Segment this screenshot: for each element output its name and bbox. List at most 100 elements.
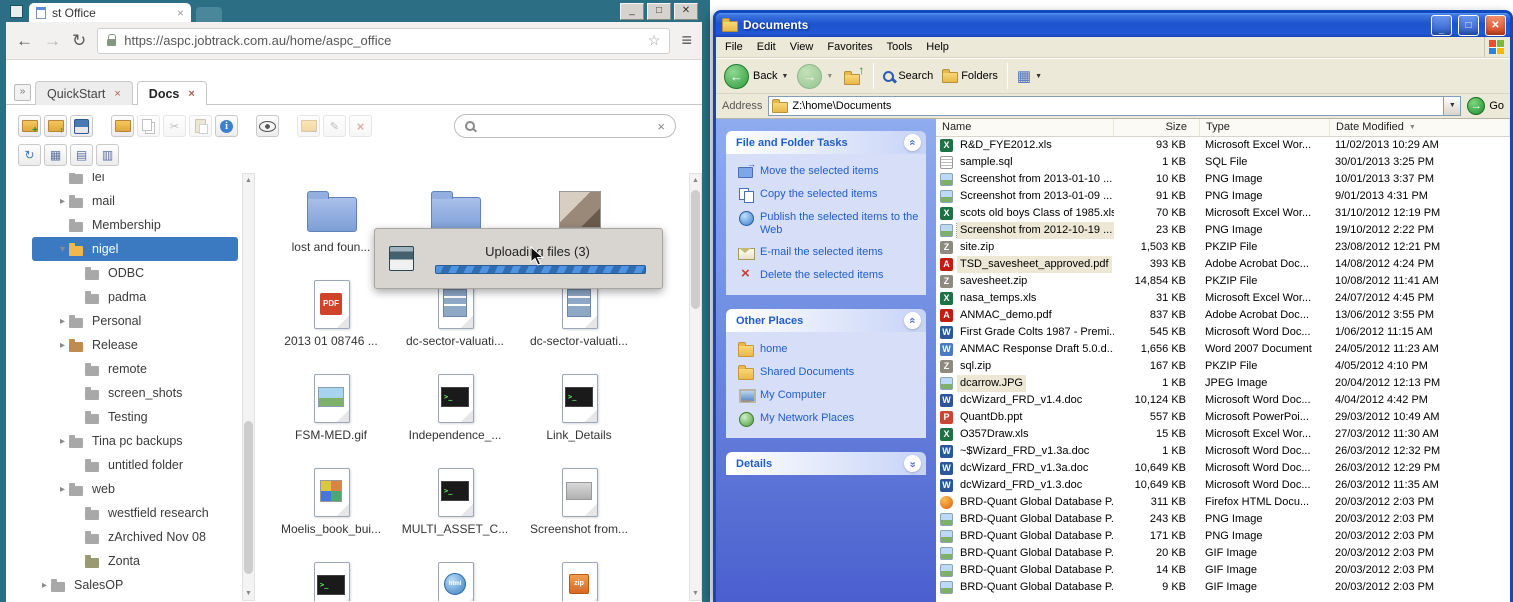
scroll-up-icon[interactable]: ▲ <box>245 174 252 187</box>
menu-item[interactable]: View <box>783 39 821 55</box>
file-name-cell[interactable]: sample.sql <box>936 154 1114 171</box>
tree-item[interactable]: padma <box>32 285 238 309</box>
scroll-down-icon[interactable]: ▼ <box>245 587 252 600</box>
task-link[interactable]: E-mail the selected items <box>738 245 922 260</box>
maximize-button[interactable]: □ <box>647 3 671 20</box>
panel-header[interactable]: Other Places » <box>726 309 926 332</box>
file-name-cell[interactable]: BRD-Quant Global Database P... <box>936 511 1114 528</box>
file-item[interactable]: 2013 01 08746 ... <box>270 277 392 371</box>
tree-item[interactable]: zArchived Nov 08 <box>32 525 238 549</box>
expand-arrow-icon[interactable]: ▸ <box>38 580 51 591</box>
task-link-label[interactable]: Copy the selected items <box>760 187 877 201</box>
file-item[interactable]: Independence_... <box>394 371 516 465</box>
app-tab-close-icon[interactable]: × <box>114 88 120 100</box>
tree-item[interactable]: ▸ web <box>32 477 238 501</box>
tree-item[interactable]: ODBC <box>32 261 238 285</box>
file-row[interactable]: R&D_FYE2012.xls 93 KB Microsoft Excel Wo… <box>936 137 1510 154</box>
file-row[interactable]: scots old boys Class of 1985.xls 70 KB M… <box>936 205 1510 222</box>
file-row[interactable]: ANMAC Response Draft 5.0.d... 1,656 KB W… <box>936 341 1510 358</box>
views-dropdown-icon[interactable]: ▼ <box>1035 73 1042 80</box>
file-name-cell[interactable]: First Grade Colts 1987 - Premi... <box>936 324 1114 341</box>
file-row[interactable]: sql.zip 167 KB PKZIP File 4/05/2012 4:10… <box>936 358 1510 375</box>
menu-item[interactable]: Edit <box>750 39 783 55</box>
scroll-up-icon[interactable]: ▲ <box>692 174 699 187</box>
file-row[interactable]: site.zip 1,503 KB PKZIP File 23/08/2012 … <box>936 239 1510 256</box>
address-bar[interactable]: https://aspc.jobtrack.com.au/home/aspc_o… <box>97 28 670 54</box>
minimize-button[interactable]: _ <box>620 3 644 20</box>
menu-item[interactable]: Tools <box>880 39 920 55</box>
column-header-name[interactable]: Name <box>936 119 1114 136</box>
file-name-cell[interactable]: ANMAC_demo.pdf <box>936 307 1114 324</box>
tree-item[interactable]: ▸ Personal <box>32 309 238 333</box>
place-link-label[interactable]: home <box>760 342 788 356</box>
reload-icon[interactable]: ↻ <box>72 32 86 49</box>
task-link-label[interactable]: Move the selected items <box>760 164 879 178</box>
up-button[interactable]: ↑ <box>842 66 864 86</box>
file-name-cell[interactable]: Screenshot from 2012-10-19 ... <box>936 222 1114 239</box>
file-item[interactable]: dc-sector-valuati... <box>394 277 516 371</box>
file-row[interactable]: QuantDb.ppt 557 KB Microsoft PowerPoi...… <box>936 409 1510 426</box>
file-row[interactable]: BRD-Quant Global Database P... 9 KB GIF … <box>936 579 1510 596</box>
file-row[interactable]: BRD-Quant Global Database P... 14 KB GIF… <box>936 562 1510 579</box>
grid-scrollbar[interactable]: ▲ ▼ <box>689 173 702 601</box>
tab-overflow-button[interactable]: » <box>14 84 31 101</box>
tree-scrollbar[interactable]: ▲ ▼ <box>242 173 255 601</box>
file-row[interactable]: First Grade Colts 1987 - Premi... 545 KB… <box>936 324 1510 341</box>
file-name-cell[interactable]: BRD-Quant Global Database P... <box>936 494 1114 511</box>
file-row[interactable]: ANMAC_demo.pdf 837 KB Adobe Acrobat Doc.… <box>936 307 1510 324</box>
file-name-cell[interactable]: savesheet.zip <box>936 273 1114 290</box>
place-link[interactable]: My Computer <box>738 388 922 403</box>
file-row[interactable]: BRD-Quant Global Database P... 243 KB PN… <box>936 511 1510 528</box>
task-link[interactable]: Delete the selected items <box>738 268 922 283</box>
back-dropdown-icon[interactable]: ▼ <box>781 73 788 80</box>
back-button[interactable]: ← Back ▼ <box>724 64 788 89</box>
search-button[interactable]: Search <box>883 70 933 82</box>
file-name-cell[interactable]: BRD-Quant Global Database P... <box>936 579 1114 596</box>
file-item[interactable]: Moelis_book_bui... <box>270 465 392 559</box>
tab-close-icon[interactable]: × <box>177 6 184 20</box>
file-name-cell[interactable]: dcarrow.JPG <box>936 375 1114 392</box>
column-header-size[interactable]: Size <box>1114 119 1200 136</box>
file-row[interactable]: ~$Wizard_FRD_v1.3a.doc 1 KB Microsoft Wo… <box>936 443 1510 460</box>
file-row[interactable]: BRD-Quant Global Database P... 20 KB GIF… <box>936 545 1510 562</box>
place-link[interactable]: home <box>738 342 922 357</box>
file-row[interactable]: TSD_savesheet_approved.pdf 393 KB Adobe … <box>936 256 1510 273</box>
file-name-cell[interactable]: TSD_savesheet_approved.pdf <box>936 256 1114 273</box>
task-link[interactable]: Publish the selected items to the Web <box>738 210 922 237</box>
tree-item[interactable]: lei <box>32 173 238 189</box>
collapse-chevron-icon[interactable]: » <box>904 134 921 151</box>
file-name-cell[interactable]: dcWizard_FRD_v1.4.doc <box>936 392 1114 409</box>
file-item[interactable]: Screenshot from... <box>518 465 640 559</box>
toolbar-button[interactable] <box>70 144 93 166</box>
file-row[interactable]: sample.sql 1 KB SQL File 30/01/2013 3:25… <box>936 154 1510 171</box>
toolbar-button[interactable] <box>256 115 279 137</box>
forward-button[interactable]: → ▼ <box>797 64 833 89</box>
file-name-cell[interactable]: ANMAC Response Draft 5.0.d... <box>936 341 1114 358</box>
address-dropdown-button[interactable]: ▼ <box>1443 97 1460 115</box>
file-item[interactable] <box>270 559 392 601</box>
file-row[interactable]: Screenshot from 2013-01-10 ... 10 KB PNG… <box>936 171 1510 188</box>
file-row[interactable]: O357Draw.xls 15 KB Microsoft Excel Wor..… <box>936 426 1510 443</box>
task-link-label[interactable]: E-mail the selected items <box>760 245 883 259</box>
file-name-cell[interactable]: Screenshot from 2013-01-10 ... <box>936 171 1114 188</box>
toolbar-button[interactable] <box>18 115 41 137</box>
tree-item[interactable]: untitled folder <box>32 453 238 477</box>
browser-menu-icon[interactable]: ≡ <box>681 30 692 51</box>
toolbar-button[interactable] <box>111 115 134 137</box>
menu-item[interactable]: Favorites <box>820 39 879 55</box>
file-name-cell[interactable]: Screenshot from 2013-01-09 ... <box>936 188 1114 205</box>
toolbar-button[interactable] <box>96 144 119 166</box>
file-row[interactable]: Screenshot from 2012-10-19 ... 23 KB PNG… <box>936 222 1510 239</box>
new-tab-button[interactable] <box>196 7 222 22</box>
file-name-cell[interactable]: dcWizard_FRD_v1.3.doc <box>936 477 1114 494</box>
expand-arrow-icon[interactable]: ▸ <box>56 484 69 495</box>
tree-item[interactable]: ▸ mail <box>32 189 238 213</box>
file-name-cell[interactable]: nasa_temps.xls <box>936 290 1114 307</box>
bookmark-star-icon[interactable]: ☆ <box>648 32 661 49</box>
file-row[interactable]: savesheet.zip 14,854 KB PKZIP File 10/08… <box>936 273 1510 290</box>
place-link[interactable]: Shared Documents <box>738 365 922 380</box>
toolbar-button[interactable] <box>297 115 320 137</box>
tree-item[interactable]: westfield research <box>32 501 238 525</box>
tree-item[interactable]: Testing <box>32 405 238 429</box>
app-tab-close-icon[interactable]: × <box>188 88 194 100</box>
